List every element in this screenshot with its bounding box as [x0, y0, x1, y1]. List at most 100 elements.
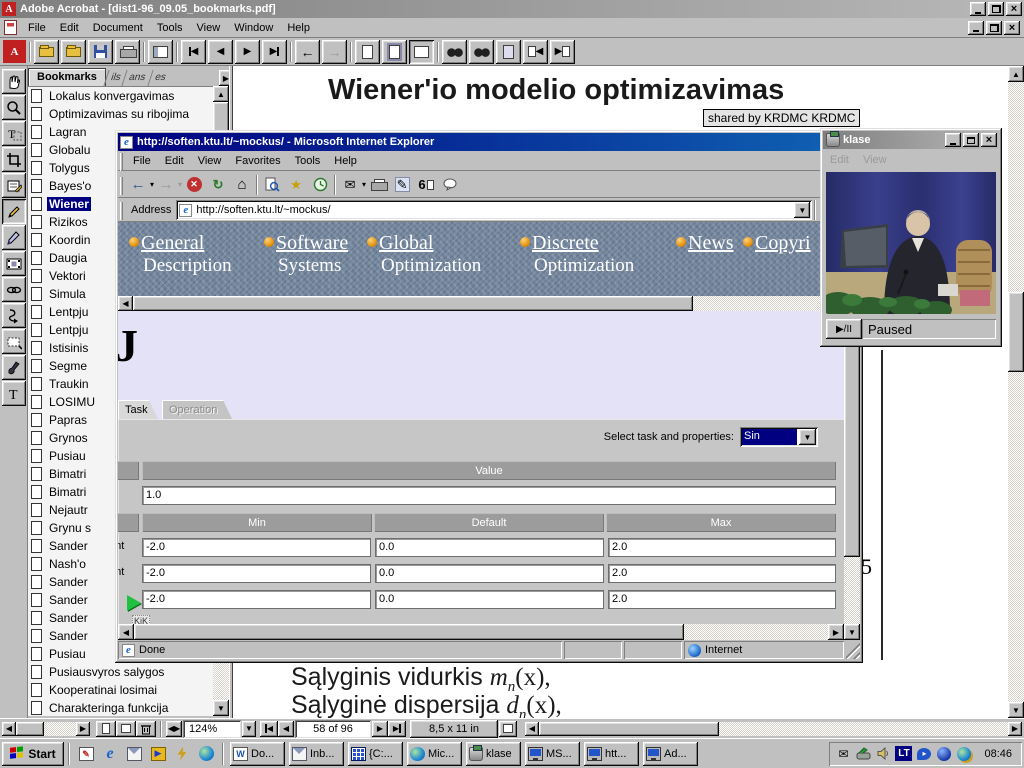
start-button[interactable]: Start	[2, 742, 64, 766]
banner-nav-link[interactable]: Copyri	[743, 232, 811, 255]
document-vertical-scrollbar[interactable]: ▲ ▼	[1008, 66, 1024, 718]
back-icon[interactable]: ←	[126, 174, 150, 196]
zoom-level-field[interactable]: 124%	[183, 720, 241, 738]
task-select[interactable]: Sin ▼	[740, 427, 818, 447]
taskbar-task-inbox[interactable]: Inb...	[289, 742, 344, 766]
taskbar-task-word[interactable]: WDo...	[230, 742, 285, 766]
media-player-quicklaunch-icon[interactable]: ▶	[147, 743, 169, 765]
klase-minimize-button[interactable]	[945, 133, 961, 147]
forward-icon[interactable]: →	[154, 174, 178, 196]
default-input[interactable]: 0.0	[375, 590, 604, 609]
applet-vscroll-thumb[interactable]	[844, 327, 860, 557]
fit-width-button[interactable]	[409, 40, 434, 64]
acrobat-menu-item[interactable]: View	[190, 20, 228, 36]
discuss-icon[interactable]	[438, 174, 462, 196]
default-input[interactable]: 0.0	[375, 538, 604, 557]
klase-close-button[interactable]: ×	[981, 133, 997, 147]
address-input[interactable]: e http://soften.ktu.lt/~mockus/ ▼	[176, 200, 812, 220]
acrobat-logo-icon[interactable]: A	[3, 40, 26, 63]
doc-hscroll-thumb[interactable]	[539, 722, 719, 736]
max-input[interactable]: 2.0	[608, 538, 836, 557]
history-icon[interactable]	[308, 174, 332, 196]
go-forward-button[interactable]: →	[322, 40, 347, 64]
status-prev-page-button[interactable]: ◀	[278, 721, 294, 737]
hand-tool-button[interactable]	[2, 69, 26, 94]
applet-vertical-scrollbar[interactable]: ▲ ▼	[844, 311, 860, 640]
task-select-dropdown-arrow[interactable]: ▼	[799, 429, 816, 445]
min-input[interactable]: -2.0	[142, 538, 371, 557]
banner-nav-link[interactable]: News	[676, 232, 734, 255]
ie-menu-item[interactable]: View	[191, 153, 229, 169]
show-nav-pane-button[interactable]	[148, 40, 173, 64]
volume-tray-icon[interactable]	[875, 746, 891, 762]
first-page-button[interactable]: ◀	[181, 40, 206, 64]
taskbar-task-microsoft[interactable]: Mic...	[407, 742, 462, 766]
open-button[interactable]	[34, 40, 59, 64]
last-page-button[interactable]: ▶	[262, 40, 287, 64]
previous-page-button[interactable]: ◀	[208, 40, 233, 64]
klase-titlebar[interactable]: klase ×	[823, 131, 999, 149]
doc-scroll-up-arrow[interactable]: ▲	[1008, 66, 1024, 82]
bookmark-item[interactable]: Charakteringa funkcija	[28, 699, 213, 716]
applet-hscroll-thumb[interactable]	[134, 624, 684, 640]
globe-app-quicklaunch-icon[interactable]	[195, 743, 217, 765]
acrobat-menu-item[interactable]: Tools	[150, 20, 190, 36]
refresh-icon[interactable]: ↻	[206, 174, 230, 196]
favorites-icon[interactable]: ★	[284, 174, 308, 196]
resize-grip[interactable]	[846, 641, 860, 659]
open-web-page-button[interactable]	[61, 40, 86, 64]
delete-bookmark-button[interactable]	[136, 721, 156, 737]
default-input[interactable]: 0.0	[375, 564, 604, 583]
doc-restore-button[interactable]	[986, 21, 1002, 35]
play-pause-button[interactable]: ▶/II	[826, 319, 862, 339]
scroll-down-arrow[interactable]: ▼	[213, 700, 229, 716]
bookmark-item[interactable]: Lokalus konvergavimas	[28, 87, 213, 105]
next-page-button[interactable]: ▶	[235, 40, 260, 64]
address-dropdown-arrow[interactable]: ▼	[794, 202, 810, 218]
print-icon[interactable]	[366, 174, 390, 196]
ie-menu-item[interactable]: Help	[327, 153, 364, 169]
close-button[interactable]: ×	[1006, 2, 1022, 16]
zoom-dropdown-arrow[interactable]: ▼	[242, 721, 256, 737]
fit-page-button[interactable]	[382, 40, 407, 64]
max-input[interactable]: 2.0	[608, 590, 836, 609]
applet-hscroll-left-arrow[interactable]: ◀	[118, 624, 134, 640]
bookmark-item[interactable]: Optimizavimas su ribojima	[28, 105, 213, 123]
mail-icon[interactable]: ✉	[338, 174, 362, 196]
tab-bookmarks[interactable]: Bookmarks	[28, 68, 106, 86]
show-desktop-icon[interactable]: ✎	[75, 743, 97, 765]
klase-menu-item[interactable]: Edit	[823, 152, 856, 168]
ink-tool-button[interactable]	[2, 355, 26, 380]
ie-menu-item[interactable]: Edit	[158, 153, 191, 169]
banner-nav-link[interactable]: Global Optimization	[367, 232, 481, 277]
search-icon[interactable]	[260, 174, 284, 196]
bookmark-options-button[interactable]	[116, 721, 136, 737]
network-globe-tray-icon[interactable]	[956, 746, 972, 762]
max-input[interactable]: 2.0	[608, 564, 836, 583]
tab-task[interactable]: Task	[118, 400, 158, 419]
tab-operation[interactable]: Operation	[162, 400, 232, 419]
klase-maximize-button[interactable]	[963, 133, 979, 147]
value-input[interactable]: 1.0	[142, 486, 836, 505]
ie6-badge-icon[interactable]: 6	[414, 174, 438, 196]
mail-tray-icon[interactable]: ✉	[835, 746, 851, 762]
crop-tool-button[interactable]	[2, 147, 26, 172]
zoom-tool-button[interactable]	[2, 95, 26, 120]
ie-menu-item[interactable]: Tools	[288, 153, 328, 169]
taskbar-task-klase[interactable]: klase	[466, 742, 521, 766]
home-icon[interactable]: ⌂	[230, 174, 254, 196]
next-highlight-button[interactable]: ▶	[550, 40, 575, 64]
msn-sphere-tray-icon[interactable]	[936, 746, 952, 762]
stop-icon[interactable]: ✕	[182, 174, 206, 196]
scanner-tray-icon[interactable]	[855, 746, 871, 762]
go-back-button[interactable]: ←	[295, 40, 320, 64]
status-next-page-button[interactable]: ▶	[372, 721, 388, 737]
pencil-tool-button[interactable]	[2, 199, 26, 224]
touchup-text-tool-button[interactable]: T	[2, 381, 26, 406]
banner-hscroll-thumb[interactable]	[133, 296, 693, 311]
new-bookmark-button[interactable]	[96, 721, 116, 737]
acrobat-titlebar[interactable]: A Adobe Acrobat - [dist1-96_09.05_bookma…	[0, 0, 1024, 18]
bookmark-item[interactable]: Pusiausvyros salygos	[28, 663, 213, 681]
ie-titlebar[interactable]: e http://soften.ktu.lt/~mockus/ - Micros…	[118, 133, 860, 151]
acrobat-menu-item[interactable]: Edit	[53, 20, 86, 36]
